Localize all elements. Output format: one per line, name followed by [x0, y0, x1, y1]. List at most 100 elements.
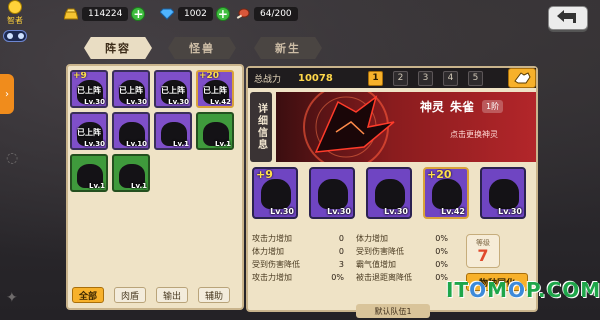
roster-card[interactable]: 已上阵 Lv.30 — [154, 70, 192, 108]
gold-amount: 114224 — [82, 7, 129, 21]
slot-level: Lv.30 — [384, 207, 408, 216]
gem-amount: 1002 — [178, 7, 213, 21]
card-level: Lv.10 — [126, 140, 147, 148]
card-star: +20 — [199, 71, 220, 81]
stat-name: 攻击力增加 — [252, 234, 292, 243]
roster-card[interactable]: +20 已上阵 Lv.42 — [196, 70, 234, 108]
roster-card[interactable]: Lv.10 — [112, 112, 150, 150]
roster-card[interactable]: 已上阵 Lv.30 — [70, 112, 108, 150]
total-power-label: 总战力 — [254, 74, 282, 85]
tab-lineup[interactable]: 阵容 — [84, 37, 152, 59]
gem-resource: 1002 + — [160, 5, 230, 23]
card-level: Lv.42 — [210, 98, 231, 106]
card-level: Lv.30 — [168, 98, 189, 106]
stat-row: 攻击力增加 0 体力增加 0% — [252, 232, 462, 245]
hero-label: 智者 — [7, 16, 23, 25]
team-page-3[interactable]: 3 — [418, 70, 433, 86]
divine-beast-info: 神灵 朱雀 1阶 点击更换神灵 — [420, 98, 536, 140]
gold-resource: 114224 + — [64, 5, 146, 23]
goggles-icon[interactable] — [3, 30, 27, 42]
card-deployed-tag: 已上阵 — [161, 86, 185, 95]
monster-silhouette — [489, 179, 519, 209]
roster-card[interactable]: 已上阵 Lv.30 — [112, 70, 150, 108]
slot-star: +9 — [256, 168, 273, 181]
roster-card[interactable]: Lv.1 — [154, 112, 192, 150]
filter-dps-button[interactable]: 输出 — [156, 287, 188, 303]
filter-all-button[interactable]: 全部 — [72, 287, 104, 303]
add-gem-button[interactable]: + — [215, 7, 230, 21]
stat-name: 受到伤害降低 — [252, 260, 300, 269]
team-slot[interactable]: Lv.30 — [480, 167, 526, 219]
team-page-2[interactable]: 2 — [393, 70, 408, 86]
team-page-4[interactable]: 4 — [443, 70, 458, 86]
card-deployed-tag: 已上阵 — [203, 86, 227, 95]
roster-card[interactable]: +9 已上阵 Lv.30 — [70, 70, 108, 108]
level-value: 7 — [477, 246, 489, 265]
god-rank-badge: 1阶 — [482, 100, 504, 113]
back-button[interactable] — [548, 6, 588, 30]
stat-row: 攻击力增加 0% 被击退距离降低 0% — [252, 271, 462, 284]
monster-silhouette — [318, 179, 348, 209]
compass-icon[interactable]: ✦ — [6, 290, 18, 306]
monster-silhouette — [432, 179, 462, 209]
card-deployed-tag: 已上阵 — [77, 86, 101, 95]
diamond-icon — [160, 8, 174, 20]
chat-icon[interactable]: ◌ — [6, 150, 18, 166]
card-deployed-tag: 已上阵 — [119, 86, 143, 95]
team-page-5[interactable]: 5 — [468, 70, 483, 86]
slot-level: Lv.30 — [498, 207, 522, 216]
stat-name: 受到伤害降低 — [356, 247, 404, 256]
return-arrow-icon — [557, 10, 576, 23]
team-slot[interactable]: +9 Lv.30 — [252, 167, 298, 219]
watermark-logo: ITOMOP.COM — [446, 278, 600, 302]
team-page-1[interactable]: 1 — [368, 70, 383, 86]
meat-icon — [236, 8, 250, 19]
stat-name: 霸气值增加 — [356, 260, 396, 269]
stat-value: 3 — [338, 260, 344, 269]
card-level: Lv.1 — [173, 140, 189, 148]
filter-tank-button[interactable]: 肉盾 — [114, 287, 146, 303]
stat-row: 受到伤害降低 3 霸气值增加 0% — [252, 258, 462, 271]
add-gold-button[interactable]: + — [131, 7, 146, 21]
stat-row: 体力增加 0 受到伤害降低 0% — [252, 245, 462, 258]
roster-card[interactable]: Lv.1 — [196, 112, 234, 150]
total-power-value: 10078 — [298, 72, 333, 84]
slot-star: +20 — [427, 168, 452, 181]
hand-pointer-button[interactable] — [508, 68, 536, 88]
god-name: 朱雀 — [450, 100, 475, 114]
team-slot[interactable]: Lv.30 — [366, 167, 412, 219]
monster-silhouette — [261, 179, 291, 209]
stat-value: 0% — [435, 247, 448, 256]
roster-card[interactable]: Lv.1 — [70, 154, 108, 192]
gold-bar-icon — [64, 8, 78, 20]
stat-name: 攻击力增加 — [252, 273, 292, 282]
card-star: +9 — [73, 71, 87, 81]
details-tab[interactable]: 详细信息 — [250, 92, 272, 162]
card-level: Lv.30 — [126, 98, 147, 106]
tab-newborn[interactable]: 新生 — [254, 37, 322, 59]
hand-icon — [514, 72, 531, 84]
team-slot[interactable]: Lv.30 — [309, 167, 355, 219]
card-level: Lv.1 — [215, 140, 231, 148]
tab-monsters[interactable]: 怪兽 — [168, 37, 236, 59]
power-bar: 总战力 10078 1 2 3 4 5 — [248, 68, 536, 88]
stat-value: 0% — [435, 260, 448, 269]
stat-value: 0 — [338, 247, 344, 256]
filter-support-button[interactable]: 辅助 — [198, 287, 230, 303]
food-resource: 64/200 — [236, 5, 298, 23]
team-slot[interactable]: +20 Lv.42 — [423, 167, 469, 219]
monster-silhouette — [375, 179, 405, 209]
lightbulb-icon — [8, 0, 22, 14]
team-stats-table: 攻击力增加 0 体力增加 0% 体力增加 0 受到伤害降低 0% 受到伤害降低 … — [252, 232, 462, 284]
roster-card[interactable]: Lv.1 — [112, 154, 150, 192]
expand-arrow-icon[interactable]: › — [0, 74, 14, 114]
level-box: 等级 7 — [466, 234, 500, 268]
card-level: Lv.1 — [89, 182, 105, 190]
stat-value: 0% — [435, 273, 448, 282]
hero-badge[interactable]: 智者 — [2, 0, 28, 30]
card-level: Lv.1 — [131, 182, 147, 190]
stat-name: 体力增加 — [252, 247, 284, 256]
stat-value: 0% — [435, 234, 448, 243]
stat-value: 0 — [338, 234, 344, 243]
food-amount: 64/200 — [254, 7, 298, 21]
